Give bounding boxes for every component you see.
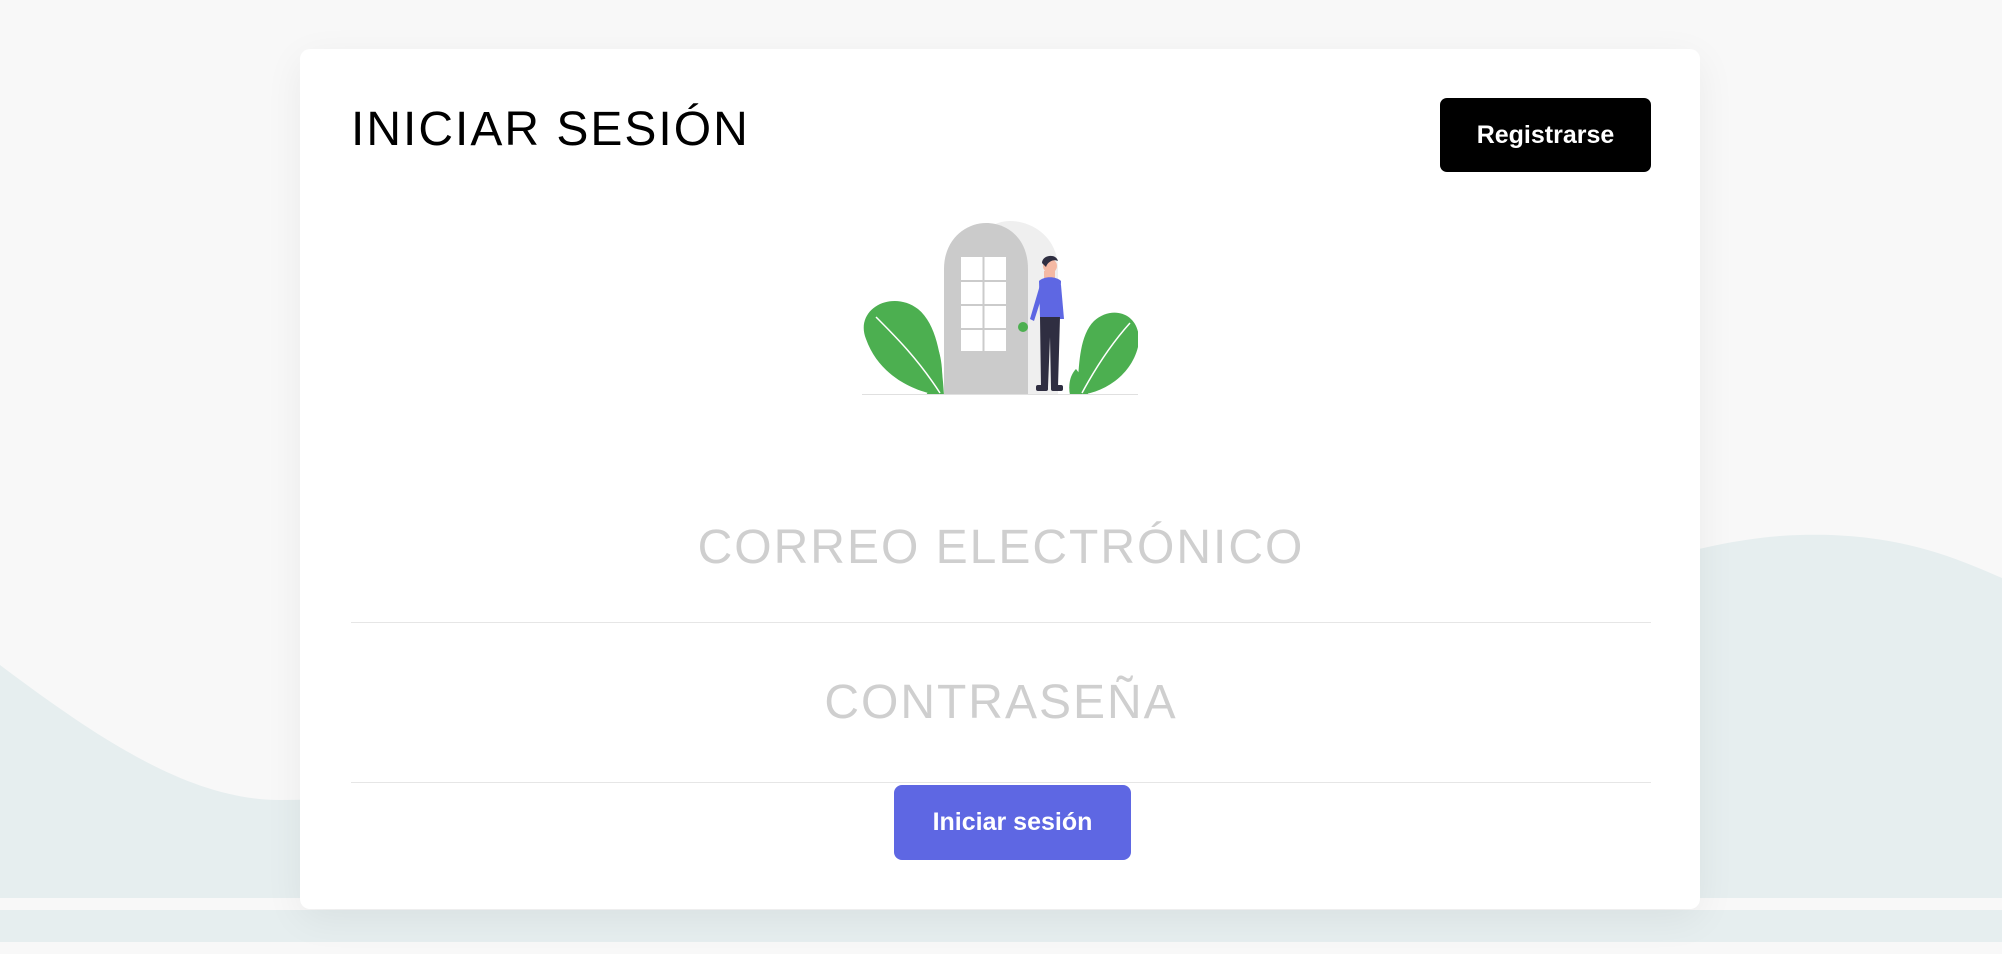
register-button[interactable]: Registrarse (1440, 98, 1651, 172)
email-field[interactable] (351, 473, 1651, 623)
person-opening-door-illustration (862, 221, 1138, 395)
password-field[interactable] (351, 623, 1651, 783)
login-button[interactable]: Iniciar sesión (894, 785, 1131, 860)
page-title: INICIAR SESIÓN (351, 103, 750, 156)
login-card: INICIAR SESIÓN Registrarse CORREO ELECTR… (300, 49, 1700, 909)
